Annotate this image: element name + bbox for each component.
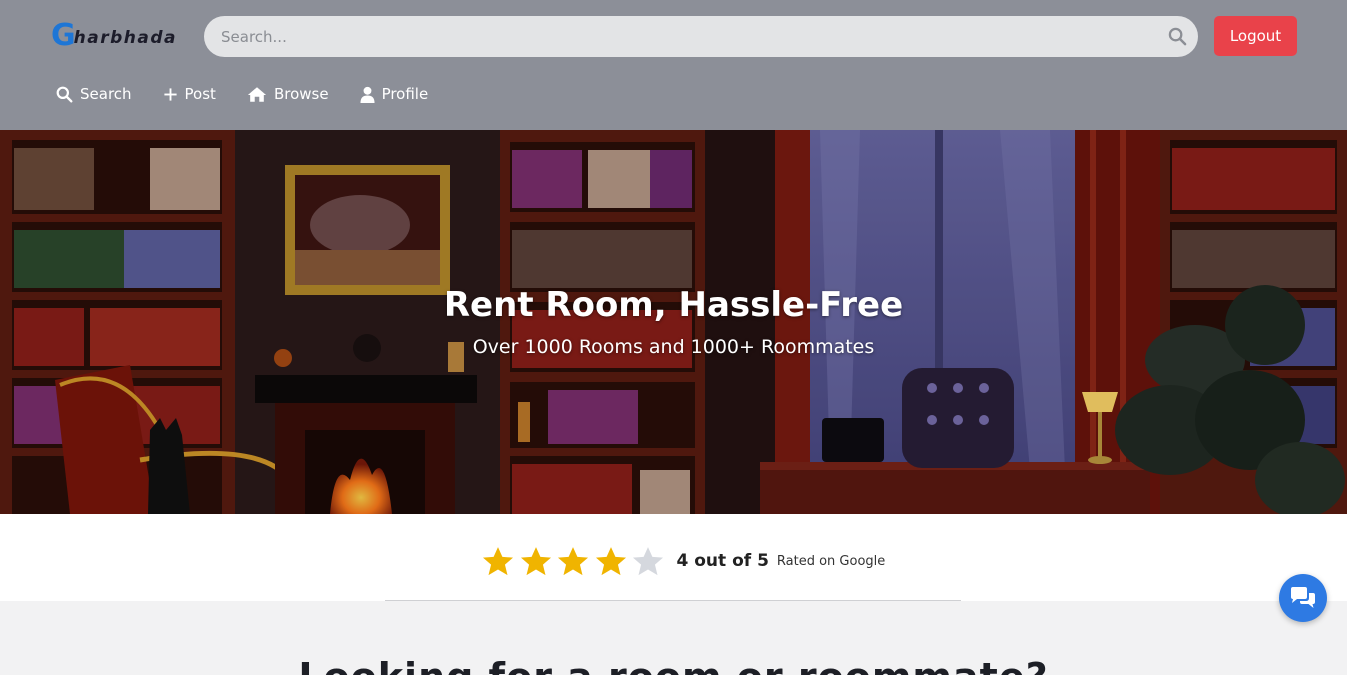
home-icon	[247, 86, 267, 102]
nav-label-search: Search	[80, 85, 132, 103]
hero-subtitle: Over 1000 Rooms and 1000+ Roommates	[472, 336, 875, 358]
nav-label-post: Post	[184, 85, 216, 103]
star-filled-icon	[595, 547, 626, 576]
star-filled-icon	[520, 547, 551, 576]
top-header: G harbhada Logout Search Post Browse Pro…	[0, 0, 1347, 130]
rating-row: 4 out of 5 Rated on Google	[481, 543, 885, 579]
search-submit-icon[interactable]	[1168, 27, 1187, 46]
section-heading: Looking for a room or roommate?	[0, 655, 1347, 675]
star-rating	[481, 544, 669, 578]
main-nav: Search Post Browse Profile	[56, 82, 459, 106]
star-filled-icon	[482, 547, 514, 576]
nav-item-profile[interactable]: Profile	[360, 85, 429, 103]
rating-section: 4 out of 5 Rated on Google	[0, 514, 1347, 601]
hero-banner: Rent Room, Hassle-Free Over 1000 Rooms a…	[0, 130, 1347, 514]
plus-icon	[163, 87, 177, 101]
nav-label-profile: Profile	[381, 85, 429, 103]
rating-value: 4 out of 5	[676, 551, 769, 571]
search-bar	[204, 16, 1198, 57]
star-filled-icon	[557, 547, 589, 576]
section-divider	[385, 600, 961, 601]
rating-source: Rated on Google	[776, 553, 886, 569]
nav-item-post[interactable]: Post	[163, 85, 216, 103]
nav-item-search[interactable]: Search	[56, 85, 132, 103]
logout-button[interactable]: Logout	[1214, 16, 1297, 56]
search-icon	[56, 86, 73, 102]
chat-icon	[1291, 587, 1315, 608]
brand-logo[interactable]: G harbhada	[51, 18, 177, 53]
nav-item-browse[interactable]: Browse	[247, 85, 329, 103]
logo-wordmark: harbhada	[73, 28, 177, 48]
logo-letter: G	[51, 18, 76, 53]
star-empty-icon	[632, 547, 664, 576]
user-icon	[360, 86, 375, 103]
chat-button[interactable]	[1279, 574, 1327, 622]
nav-label-browse: Browse	[273, 85, 329, 103]
hero-title: Rent Room, Hassle-Free	[443, 285, 904, 325]
search-input[interactable]	[221, 27, 1151, 46]
